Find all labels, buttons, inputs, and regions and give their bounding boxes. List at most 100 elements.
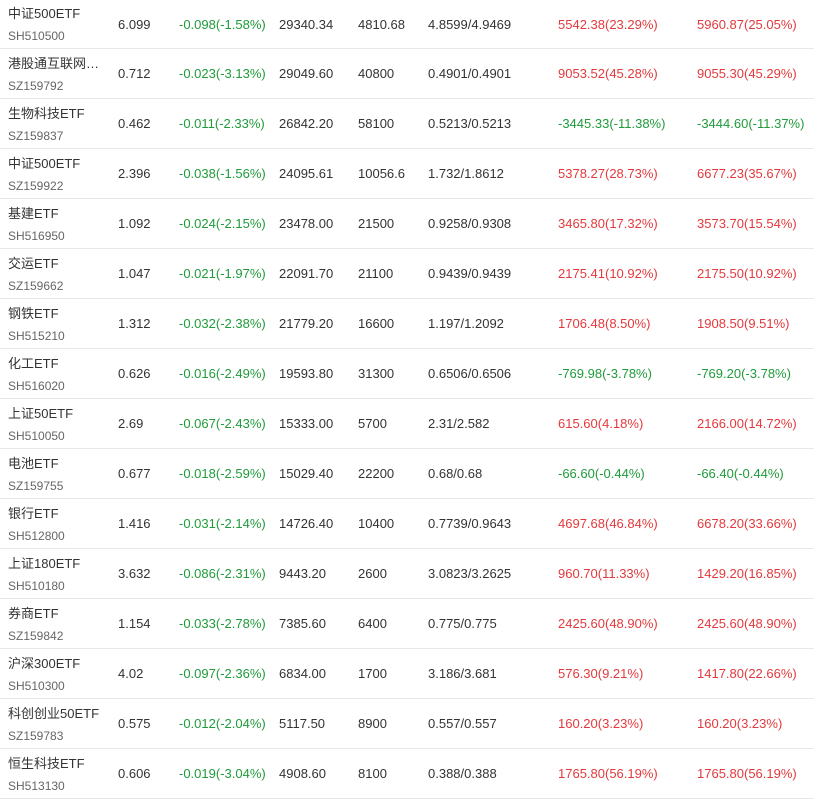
floating-pnl-cell: -3445.33(-11.38%) — [558, 116, 666, 131]
change-cell: -0.067(-2.43%) — [179, 416, 266, 431]
shares-cell: 1700 — [358, 666, 387, 681]
table-row[interactable]: 生物科技ETF SZ159837 0.462 -0.011(-2.33%) 26842.… — [0, 99, 814, 149]
fund-name-cell[interactable]: 中证500ETF SH510500 — [8, 5, 112, 45]
fund-name[interactable]: 上证180ETF — [8, 555, 112, 573]
market-value-cell: 24095.61 — [279, 166, 334, 181]
cost-price-cell: 1.732/1.8612 — [428, 166, 504, 181]
fund-name-cell[interactable]: 上证180ETF SH510180 — [8, 555, 112, 595]
table-row[interactable]: 中证500ETF SZ159922 2.396 -0.038(-1.56%) 24095… — [0, 149, 814, 199]
fund-name[interactable]: 上证50ETF — [8, 405, 112, 423]
fund-name-cell[interactable]: 基建ETF SH516950 — [8, 205, 112, 245]
fund-name-cell[interactable]: 交运ETF SZ159662 — [8, 255, 112, 295]
shares-cell: 2600 — [358, 566, 387, 581]
fund-name-cell[interactable]: 恒生科技ETF SH513130 — [8, 755, 112, 795]
cost-price-cell: 0.9439/0.9439 — [428, 266, 512, 281]
price-cell: 2.69 — [118, 416, 144, 431]
cost-price-cell: 3.186/3.681 — [428, 666, 497, 681]
change-cell: -0.098(-1.58%) — [179, 17, 266, 32]
table-row[interactable]: 钢铁ETF SH515210 1.312 -0.032(-2.38%) 21779.20… — [0, 299, 814, 349]
table-row[interactable]: 科创创业50ETF SZ159783 0.575 -0.012(-2.04%) 5117… — [0, 699, 814, 749]
table-row[interactable]: 交运ETF SZ159662 1.047 -0.021(-1.97%) 22091.70… — [0, 249, 814, 299]
market-value-cell: 6834.00 — [279, 666, 326, 681]
fund-name[interactable]: 生物科技ETF — [8, 105, 112, 123]
fund-name[interactable]: 中证500ETF — [8, 5, 112, 23]
fund-code: SZ159842 — [8, 629, 64, 643]
cost-price-cell: 0.775/0.775 — [428, 616, 497, 631]
fund-code: SH512800 — [8, 529, 65, 543]
total-pnl-cell: 1429.20(16.85%) — [697, 566, 797, 581]
table-row[interactable]: 中证500ETF SH510500 6.099 -0.098(-1.58%) 29340… — [0, 0, 814, 49]
fund-name-cell[interactable]: 港股通互联网… SZ159792 — [8, 55, 112, 95]
fund-name[interactable]: 恒生科技ETF — [8, 755, 112, 773]
fund-name[interactable]: 券商ETF — [8, 605, 112, 623]
fund-name-cell[interactable]: 券商ETF SZ159842 — [8, 605, 112, 645]
cost-price-cell: 0.388/0.388 — [428, 766, 497, 781]
floating-pnl-cell: -66.60(-0.44%) — [558, 466, 645, 481]
fund-name-cell[interactable]: 科创创业50ETF SZ159783 — [8, 705, 112, 745]
table-row[interactable]: 上证180ETF SH510180 3.632 -0.086(-2.31%) 9443.… — [0, 549, 814, 599]
change-cell: -0.016(-2.49%) — [179, 366, 266, 381]
table-row[interactable]: 上证50ETF SH510050 2.69 -0.067(-2.43%) 15333.0… — [0, 399, 814, 449]
change-cell: -0.012(-2.04%) — [179, 716, 266, 731]
fund-name[interactable]: 中证500ETF — [8, 155, 112, 173]
market-value-cell: 14726.40 — [279, 516, 334, 531]
table-row[interactable]: 港股通互联网… SZ159792 0.712 -0.023(-3.13%) 29049.… — [0, 49, 814, 99]
cost-price-cell: 0.6506/0.6506 — [428, 366, 512, 381]
change-cell: -0.032(-2.38%) — [179, 316, 266, 331]
fund-code: SZ159922 — [8, 179, 64, 193]
fund-name-cell[interactable]: 生物科技ETF SZ159837 — [8, 105, 112, 145]
fund-name[interactable]: 基建ETF — [8, 205, 112, 223]
change-cell: -0.024(-2.15%) — [179, 216, 266, 231]
price-cell: 0.626 — [118, 366, 151, 381]
market-value-cell: 7385.60 — [279, 616, 326, 631]
table-row[interactable]: 恒生科技ETF SH513130 0.606 -0.019(-3.04%) 4908.6… — [0, 749, 814, 799]
fund-name-cell[interactable]: 银行ETF SH512800 — [8, 505, 112, 545]
floating-pnl-cell: 5542.38(23.29%) — [558, 17, 658, 32]
fund-name-cell[interactable]: 电池ETF SZ159755 — [8, 455, 112, 495]
floating-pnl-cell: 4697.68(46.84%) — [558, 516, 658, 531]
price-cell: 0.606 — [118, 766, 151, 781]
fund-name[interactable]: 港股通互联网… — [8, 55, 112, 73]
fund-name[interactable]: 交运ETF — [8, 255, 112, 273]
table-row[interactable]: 基建ETF SH516950 1.092 -0.024(-2.15%) 23478.00… — [0, 199, 814, 249]
shares-cell: 21100 — [358, 266, 394, 281]
fund-name-cell[interactable]: 中证500ETF SZ159922 — [8, 155, 112, 195]
market-value-cell: 23478.00 — [279, 216, 334, 231]
cost-price-cell: 1.197/1.2092 — [428, 316, 504, 331]
floating-pnl-cell: 160.20(3.23%) — [558, 716, 644, 731]
fund-name[interactable]: 钢铁ETF — [8, 305, 112, 323]
table-row[interactable]: 银行ETF SH512800 1.416 -0.031(-2.14%) 14726.40… — [0, 499, 814, 549]
table-row[interactable]: 沪深300ETF SH510300 4.02 -0.097(-2.36%) 6834.0… — [0, 649, 814, 699]
change-cell: -0.011(-2.33%) — [179, 116, 265, 131]
fund-name[interactable]: 科创创业50ETF — [8, 705, 112, 723]
price-cell: 4.02 — [118, 666, 144, 681]
table-row[interactable]: 化工ETF SH516020 0.626 -0.016(-2.49%) 19593.80… — [0, 349, 814, 399]
fund-name-cell[interactable]: 上证50ETF SH510050 — [8, 405, 112, 445]
fund-name-cell[interactable]: 化工ETF SH516020 — [8, 355, 112, 395]
fund-name[interactable]: 银行ETF — [8, 505, 112, 523]
price-cell: 1.047 — [118, 266, 151, 281]
fund-code: SZ159662 — [8, 279, 64, 293]
floating-pnl-cell: 5378.27(28.73%) — [558, 166, 658, 181]
market-value-cell: 9443.20 — [279, 566, 326, 581]
total-pnl-cell: 3573.70(15.54%) — [697, 216, 797, 231]
market-value-cell: 21779.20 — [279, 316, 334, 331]
fund-name[interactable]: 化工ETF — [8, 355, 112, 373]
fund-name[interactable]: 沪深300ETF — [8, 655, 112, 673]
shares-cell: 40800 — [358, 66, 395, 81]
price-cell: 0.575 — [118, 716, 151, 731]
floating-pnl-cell: -769.98(-3.78%) — [558, 366, 652, 381]
fund-code: SH513130 — [8, 779, 65, 793]
fund-name[interactable]: 电池ETF — [8, 455, 112, 473]
holdings-table: 中证500ETF SH510500 6.099 -0.098(-1.58%) 29340… — [0, 0, 814, 799]
cost-price-cell: 4.8599/4.9469 — [428, 17, 512, 32]
table-row[interactable]: 电池ETF SZ159755 0.677 -0.018(-2.59%) 15029.40… — [0, 449, 814, 499]
market-value-cell: 19593.80 — [279, 366, 334, 381]
change-cell: -0.031(-2.14%) — [179, 516, 266, 531]
change-cell: -0.097(-2.36%) — [179, 666, 266, 681]
fund-name-cell[interactable]: 钢铁ETF SH515210 — [8, 305, 112, 345]
table-row[interactable]: 券商ETF SZ159842 1.154 -0.033(-2.78%) 7385.60 6… — [0, 599, 814, 649]
market-value-cell: 15029.40 — [279, 466, 334, 481]
fund-name-cell[interactable]: 沪深300ETF SH510300 — [8, 655, 112, 695]
change-cell: -0.019(-3.04%) — [179, 766, 266, 781]
